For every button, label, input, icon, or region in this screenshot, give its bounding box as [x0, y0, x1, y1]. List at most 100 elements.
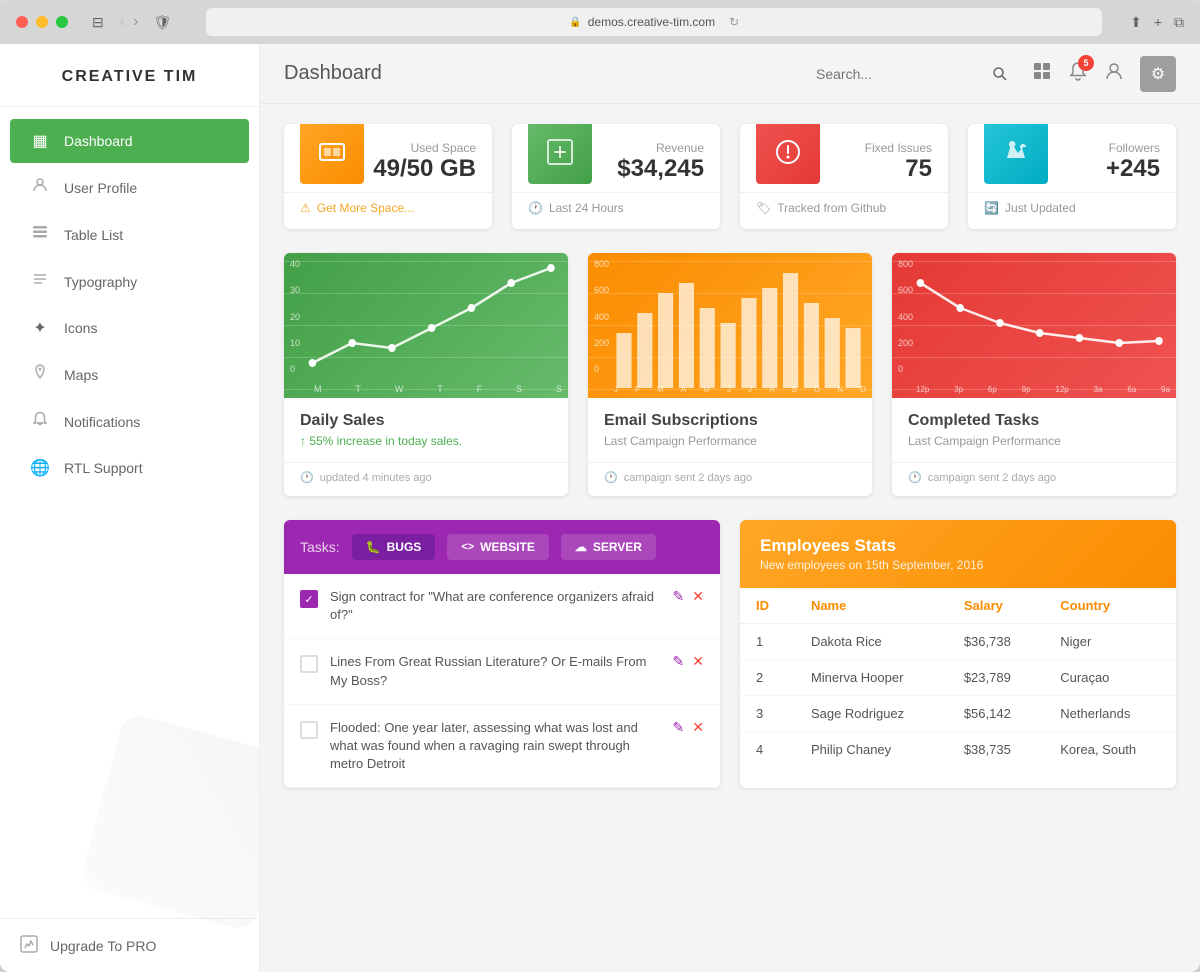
- stat-card-used-space: Used Space 49/50 GB ⚠ Get More Space...: [284, 124, 492, 229]
- stat-card-fixed-issues: Fixed Issues 75 🏷 Tracked from Github: [740, 124, 948, 229]
- app-container: CREATIVE TIM ▦ Dashboard User Profile: [0, 44, 1200, 972]
- chart-x-labels-3: 12p 3p 6p 9p 12p 3a 6a 9a: [916, 385, 1170, 394]
- fixed-issues-icon: [756, 124, 820, 184]
- new-tab-btn[interactable]: +: [1154, 14, 1162, 31]
- task-checkbox-1[interactable]: ✓: [300, 590, 318, 608]
- cell-name-4: Philip Chaney: [795, 732, 948, 768]
- search-button[interactable]: [984, 58, 1016, 90]
- stat-footer-text-revenue: Last 24 Hours: [549, 201, 624, 215]
- user-profile-icon: [30, 177, 50, 198]
- task-actions-3: ✎ ✕: [673, 719, 704, 736]
- sidebar-item-rtl-support[interactable]: 🌐 RTL Support: [10, 446, 249, 490]
- stats-grid: Used Space 49/50 GB ⚠ Get More Space...: [284, 124, 1176, 229]
- dashboard-squares-icon[interactable]: [1032, 61, 1052, 86]
- typography-icon: [30, 271, 50, 292]
- stat-value-followers: +245: [1106, 155, 1160, 183]
- bar: [762, 288, 777, 388]
- search-input[interactable]: [816, 66, 976, 82]
- tasks-tab-bugs[interactable]: 🐛 BUGS: [352, 534, 436, 560]
- task-text-3: Flooded: One year later, assessing what …: [330, 719, 661, 774]
- get-more-space-link[interactable]: Get More Space...: [317, 201, 414, 215]
- clock-icon-3: 🕐: [604, 471, 618, 484]
- maximize-dot[interactable]: [56, 16, 68, 28]
- task-item-2: Lines From Great Russian Literature? Or …: [284, 639, 720, 704]
- minimize-dot[interactable]: [36, 16, 48, 28]
- line-chart-svg-3: [892, 253, 1176, 398]
- upgrade-icon: [20, 935, 38, 956]
- completed-tasks-title: Completed Tasks: [908, 412, 1160, 430]
- content-area: Used Space 49/50 GB ⚠ Get More Space...: [260, 104, 1200, 808]
- stat-footer-text-followers: Just Updated: [1005, 201, 1076, 215]
- bar: [658, 293, 673, 388]
- settings-gear-btn[interactable]: ⚙: [1140, 56, 1176, 92]
- task-delete-btn-2[interactable]: ✕: [692, 653, 704, 670]
- address-bar[interactable]: 🔒 demos.creative-tim.com ↻: [206, 8, 1102, 36]
- task-delete-btn-1[interactable]: ✕: [692, 588, 704, 605]
- task-edit-btn-1[interactable]: ✎: [673, 588, 685, 605]
- completed-tasks-info: Completed Tasks Last Campaign Performanc…: [892, 398, 1176, 462]
- stat-footer-text-fixed-issues: Tracked from Github: [777, 201, 886, 215]
- chart-point: [507, 279, 515, 287]
- browser-window: ⊟ ‹ › 🛡 🔒 demos.creative-tim.com ↻ ⬆ + ⧉…: [0, 0, 1200, 972]
- notifications-bell-icon[interactable]: 5: [1068, 61, 1088, 86]
- sidebar-item-user-profile[interactable]: User Profile: [10, 165, 249, 210]
- bar: [679, 283, 694, 388]
- task-delete-btn-3[interactable]: ✕: [692, 719, 704, 736]
- cell-id-3: 3: [740, 696, 795, 732]
- back-btn[interactable]: ‹: [120, 13, 125, 31]
- cell-country-2: Curaçao: [1044, 660, 1176, 696]
- stat-label-used-space: Used Space: [373, 141, 476, 155]
- col-name: Name: [795, 588, 948, 624]
- sidebar-item-typography[interactable]: Typography: [10, 259, 249, 304]
- forward-btn[interactable]: ›: [133, 13, 138, 31]
- stat-info-revenue: Revenue $34,245: [617, 141, 704, 183]
- upgrade-pro-btn[interactable]: Upgrade To PRO: [0, 918, 259, 972]
- email-subs-subtitle: Last Campaign Performance: [604, 434, 856, 448]
- stat-value-revenue: $34,245: [617, 155, 704, 183]
- tabs-btn[interactable]: ⧉: [1174, 14, 1184, 31]
- cell-id-4: 4: [740, 732, 795, 768]
- sidebar-item-dashboard[interactable]: ▦ Dashboard: [10, 119, 249, 163]
- sidebar-item-icons[interactable]: ✦ Icons: [10, 306, 249, 350]
- tasks-tab-server[interactable]: ☁ SERVER: [561, 534, 656, 560]
- task-edit-btn-2[interactable]: ✎: [673, 653, 685, 670]
- sidebar-item-table-list[interactable]: Table List: [10, 212, 249, 257]
- clock-icon-2: 🕐: [300, 471, 314, 484]
- reload-btn[interactable]: ↻: [729, 15, 739, 29]
- tag-icon: 🏷: [756, 201, 771, 215]
- maps-icon: [30, 364, 50, 385]
- task-checkbox-3[interactable]: [300, 721, 318, 739]
- stat-card-top-followers: Followers +245: [968, 124, 1176, 192]
- sidebar-toggle-btn[interactable]: ⊟: [92, 14, 104, 31]
- col-id: ID: [740, 588, 795, 624]
- col-country: Country: [1044, 588, 1176, 624]
- tasks-tab-website[interactable]: <> WEBSITE: [447, 534, 549, 560]
- stat-label-fixed-issues: Fixed Issues: [865, 141, 932, 155]
- task-edit-btn-3[interactable]: ✎: [673, 719, 685, 736]
- sidebar-item-notifications[interactable]: Notifications: [10, 399, 249, 444]
- completed-tasks-footer-text: campaign sent 2 days ago: [928, 472, 1056, 484]
- sidebar-item-label-icons: Icons: [64, 320, 97, 336]
- cell-salary-3: $56,142: [948, 696, 1044, 732]
- stat-label-followers: Followers: [1106, 141, 1160, 155]
- stat-card-top-fixed-issues: Fixed Issues 75: [740, 124, 948, 192]
- sidebar-item-label-typography: Typography: [64, 274, 137, 290]
- col-salary: Salary: [948, 588, 1044, 624]
- chart-point: [956, 304, 964, 312]
- tasks-label: Tasks:: [300, 539, 340, 555]
- employees-table-head: ID Name Salary Country: [740, 588, 1176, 624]
- user-account-icon[interactable]: [1104, 61, 1124, 86]
- share-btn[interactable]: ⬆: [1130, 14, 1142, 31]
- server-label: SERVER: [593, 540, 642, 554]
- chart-x-labels-2: J F M A M J J A S O N D: [614, 385, 866, 394]
- sidebar-item-maps[interactable]: Maps: [10, 352, 249, 397]
- task-checkbox-2[interactable]: [300, 655, 318, 673]
- page-title: Dashboard: [284, 62, 382, 85]
- close-dot[interactable]: [16, 16, 28, 28]
- charts-grid: 40 30 20 10 0: [284, 253, 1176, 496]
- sidebar-logo: CREATIVE TIM: [0, 44, 259, 107]
- cell-salary-2: $23,789: [948, 660, 1044, 696]
- chart-point: [388, 344, 396, 352]
- line-chart-svg-1: [284, 253, 568, 398]
- refresh-icon: 🔄: [984, 201, 999, 215]
